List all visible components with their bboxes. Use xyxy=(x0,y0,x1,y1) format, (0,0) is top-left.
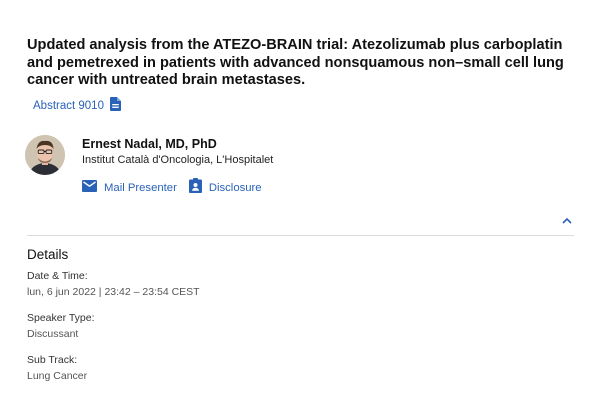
speaker-type-value: Discussant xyxy=(27,328,79,340)
mail-presenter-label: Mail Presenter xyxy=(104,182,177,194)
disclosure-button[interactable]: Disclosure xyxy=(188,178,262,198)
mail-presenter-button[interactable]: Mail Presenter xyxy=(82,179,177,197)
abstract-link[interactable]: Abstract 9010 xyxy=(33,97,121,114)
session-title: Updated analysis from the ATEZO-BRAIN tr… xyxy=(27,37,564,88)
collapse-button[interactable] xyxy=(561,214,573,226)
mail-icon xyxy=(82,179,97,197)
document-icon xyxy=(109,97,121,114)
sub-track-value: Lung Cancer xyxy=(27,370,88,382)
badge-icon xyxy=(188,178,202,198)
disclosure-label: Disclosure xyxy=(208,182,262,194)
presenter-avatar xyxy=(25,135,65,175)
sub-track-label: Sub Track: xyxy=(27,354,78,366)
presenter-actions: Mail Presenter Disclosure xyxy=(82,178,262,198)
presenter-affiliation: Institut Català d'Oncologia, L'Hospitale… xyxy=(82,154,274,166)
section-divider xyxy=(27,235,574,236)
date-time-value: lun, 6 jun 2022 | 23:42 – 23:54 CEST xyxy=(27,286,200,298)
date-time-label: Date & Time: xyxy=(27,270,88,282)
details-heading: Details xyxy=(27,247,69,262)
presenter-name: Ernest Nadal, MD, PhD xyxy=(82,137,217,151)
abstract-label: Abstract 9010 xyxy=(33,99,104,112)
chevron-up-icon xyxy=(562,211,572,229)
speaker-type-label: Speaker Type: xyxy=(27,312,95,324)
